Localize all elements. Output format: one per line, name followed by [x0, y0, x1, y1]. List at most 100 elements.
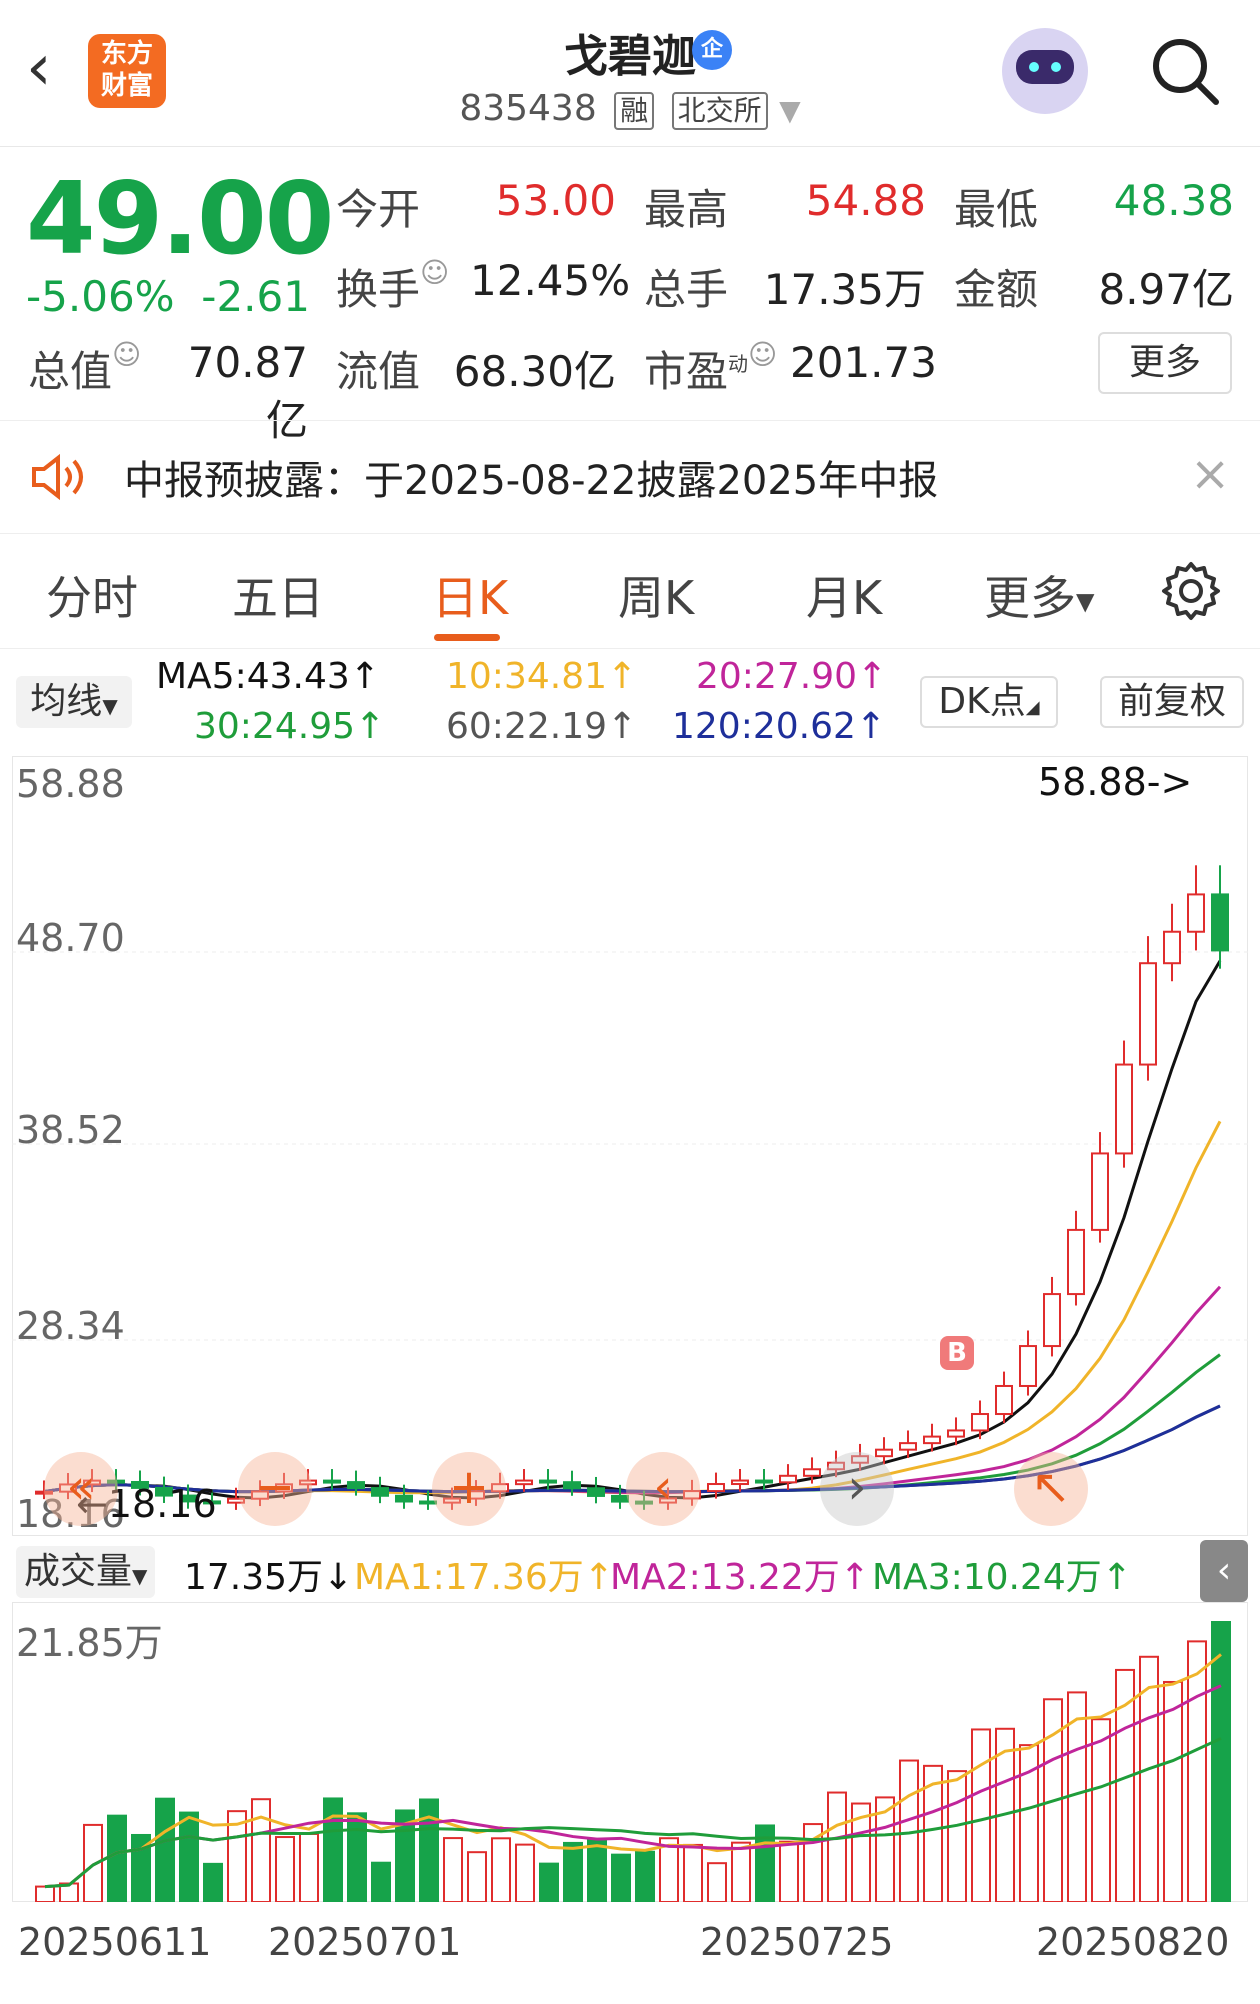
- mktcap-label-text: 总值: [28, 347, 113, 396]
- volume-chart[interactable]: [12, 1602, 1248, 1902]
- volume-bar: [1163, 1680, 1183, 1902]
- candle-body: [899, 1442, 917, 1451]
- info-icon[interactable]: ☺: [112, 338, 141, 371]
- more-button[interactable]: 更多: [1098, 332, 1232, 394]
- volume-bar: [419, 1798, 439, 1902]
- info-icon[interactable]: ☺: [420, 256, 449, 289]
- ma120-value: 120:20.62↑: [672, 706, 887, 747]
- volume-bar: [515, 1843, 535, 1902]
- zoom-in-icon[interactable]: +: [432, 1452, 506, 1526]
- search-icon[interactable]: [1150, 36, 1222, 108]
- candle-body: [731, 1479, 749, 1486]
- tab-monthly-k[interactable]: 月K: [806, 562, 882, 628]
- settings-gear-icon[interactable]: [1160, 560, 1222, 622]
- buy-signal-badge[interactable]: B: [940, 1336, 974, 1370]
- volume-bar: [371, 1861, 391, 1902]
- volume-indicator-selector[interactable]: 成交量▼: [16, 1546, 156, 1598]
- change-percent: -5.06%: [26, 272, 175, 321]
- active-tab-indicator: [434, 634, 500, 641]
- ma5-value: MA5:43.43↑: [156, 656, 380, 697]
- float-label: 流值: [336, 347, 421, 396]
- candle-body: [587, 1487, 605, 1497]
- dropdown-caret-icon[interactable]: ▼: [779, 94, 801, 127]
- ma10-value: 10:34.81↑: [446, 656, 638, 697]
- pe-label: 市盈动☺: [644, 338, 777, 399]
- zoom-out-icon[interactable]: −: [238, 1452, 312, 1526]
- close-icon[interactable]: ×: [1190, 446, 1230, 502]
- candle-body: [1067, 1228, 1085, 1296]
- volume-value: 17.35万: [763, 265, 926, 314]
- high-label: 最高: [644, 185, 729, 234]
- tab-weekly-k[interactable]: 周K: [618, 562, 694, 628]
- margin-tag: 融: [614, 92, 655, 130]
- volume-bar: [275, 1836, 295, 1902]
- tab-five-day[interactable]: 五日: [232, 562, 324, 628]
- candle-body: [1211, 893, 1229, 952]
- stock-code: 835438: [459, 88, 597, 129]
- dropdown-caret-icon: ▼: [132, 1564, 148, 1588]
- price-change: -5.06% -2.61: [26, 272, 310, 321]
- volume-bar: [251, 1798, 271, 1902]
- candle-body: [1139, 962, 1157, 1066]
- turnover-label-text: 换手: [336, 265, 421, 314]
- adjust-mode-button[interactable]: 前复权: [1100, 676, 1244, 728]
- volume-bar: [1211, 1621, 1231, 1902]
- ma60-value: 60:22.19↑: [446, 706, 638, 747]
- pan-left-icon[interactable]: ‹: [626, 1452, 700, 1526]
- tab-daily-k[interactable]: 日K: [432, 562, 508, 628]
- chart-frame: [12, 756, 1248, 1536]
- y-axis-label-2: 48.70: [16, 916, 125, 960]
- ma-selector[interactable]: 均线▼: [16, 676, 132, 728]
- change-amount: -2.61: [201, 272, 310, 321]
- candle-body: [1043, 1293, 1061, 1348]
- candle-body: [1091, 1152, 1109, 1231]
- volume-bar: [683, 1843, 703, 1902]
- amount-label: 金额: [954, 265, 1039, 314]
- volume-bar: [563, 1841, 583, 1902]
- candle-body: [779, 1474, 797, 1484]
- volume-bar: [707, 1862, 727, 1902]
- speaker-icon: [32, 453, 83, 501]
- candle-body: [539, 1479, 557, 1484]
- float-value: 68.30亿: [453, 347, 616, 396]
- volume-bar: [1187, 1640, 1207, 1902]
- candle-body: [755, 1479, 773, 1484]
- info-icon[interactable]: ☺: [748, 338, 777, 371]
- candle-body: [707, 1483, 725, 1493]
- date-label-1: 20250611: [18, 1920, 212, 1964]
- volume-bar: [947, 1770, 967, 1902]
- pan-right-icon[interactable]: ›: [820, 1452, 894, 1526]
- volume-bar: [107, 1814, 127, 1902]
- tab-intraday[interactable]: 分时: [46, 562, 138, 628]
- turnover-label: 换手☺: [336, 256, 449, 317]
- candle-body: [971, 1413, 989, 1432]
- candle-body: [347, 1481, 365, 1490]
- dk-point-button[interactable]: DK点◢: [920, 676, 1058, 728]
- volume-bar: [1091, 1718, 1111, 1902]
- volume-bar: [971, 1728, 991, 1902]
- volume-bar: [443, 1837, 463, 1902]
- candle-body: [371, 1487, 389, 1497]
- volume-selector-label: 成交量: [24, 1551, 133, 1592]
- pe-label-text: 市盈: [644, 347, 729, 396]
- notice-text: 中报预披露：于2025-08-22披露2025年中报: [124, 458, 939, 504]
- volume-bar: [731, 1841, 751, 1902]
- volume-bar: [347, 1812, 367, 1902]
- corner-caret-icon: ◢: [1025, 697, 1040, 718]
- volume-bar: [635, 1850, 655, 1902]
- expand-icon[interactable]: ↖: [1014, 1452, 1088, 1526]
- open-label: 今开: [336, 185, 421, 234]
- tab-more[interactable]: 更多▼: [984, 562, 1094, 628]
- volume-bar: [35, 1885, 55, 1902]
- max-price-marker: 58.88->: [1038, 760, 1193, 804]
- candlestick-chart[interactable]: [12, 756, 1248, 1536]
- collapse-panel-chevron-icon[interactable]: ‹: [1200, 1540, 1248, 1602]
- candle-body: [395, 1494, 413, 1503]
- y-axis-label-4: 28.34: [16, 1304, 125, 1348]
- volume-bar: [779, 1840, 799, 1902]
- volume-ma1: MA1:17.36万↑: [354, 1557, 614, 1598]
- dropdown-caret-icon: ▼: [1076, 587, 1095, 616]
- high-value: 54.88: [805, 176, 926, 225]
- volume-bar: [491, 1837, 511, 1902]
- pan-left-fast-icon[interactable]: «: [44, 1452, 118, 1526]
